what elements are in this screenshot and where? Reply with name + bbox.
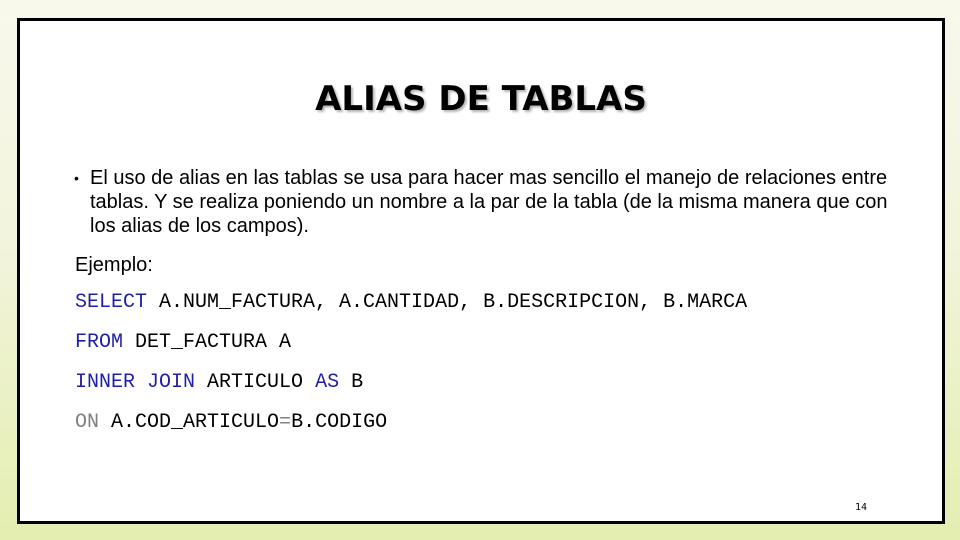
code-join-alias: B bbox=[339, 371, 364, 394]
page-number: 14 bbox=[854, 502, 867, 513]
code-on-operator: = bbox=[279, 411, 292, 434]
code-line-from: FROM DET_FACTURA A bbox=[75, 331, 291, 354]
bullet-dot-icon: • bbox=[74, 170, 79, 186]
slide-title: ALIAS DE TABLAS bbox=[315, 79, 647, 119]
keyword-inner-join: INNER JOIN bbox=[75, 371, 196, 394]
example-label: Ejemplo: bbox=[75, 254, 153, 276]
code-join-table: ARTICULO bbox=[195, 371, 316, 394]
bullet-paragraph: • El uso de alias en las tablas se usa p… bbox=[74, 166, 894, 238]
keyword-from: FROM bbox=[75, 331, 124, 354]
slide-frame: ALIAS DE TABLAS • El uso de alias en las… bbox=[17, 18, 945, 524]
keyword-on: ON bbox=[75, 411, 100, 434]
bullet-text: El uso de alias en las tablas se usa par… bbox=[90, 167, 888, 237]
code-select-columns: A.NUM_FACTURA, A.CANTIDAD, B.DESCRIPCION… bbox=[147, 291, 748, 314]
keyword-as: AS bbox=[315, 371, 340, 394]
bullet-item: • El uso de alias en las tablas se usa p… bbox=[74, 166, 894, 238]
keyword-select: SELECT bbox=[75, 291, 148, 314]
code-on-right: B.CODIGO bbox=[291, 411, 388, 434]
code-on-left: A.COD_ARTICULO bbox=[99, 411, 280, 434]
code-line-select: SELECT A.NUM_FACTURA, A.CANTIDAD, B.DESC… bbox=[75, 291, 747, 314]
code-line-on: ON A.COD_ARTICULO=B.CODIGO bbox=[75, 411, 387, 434]
code-from-table: DET_FACTURA A bbox=[123, 331, 292, 354]
code-line-join: INNER JOIN ARTICULO AS B bbox=[75, 371, 363, 394]
